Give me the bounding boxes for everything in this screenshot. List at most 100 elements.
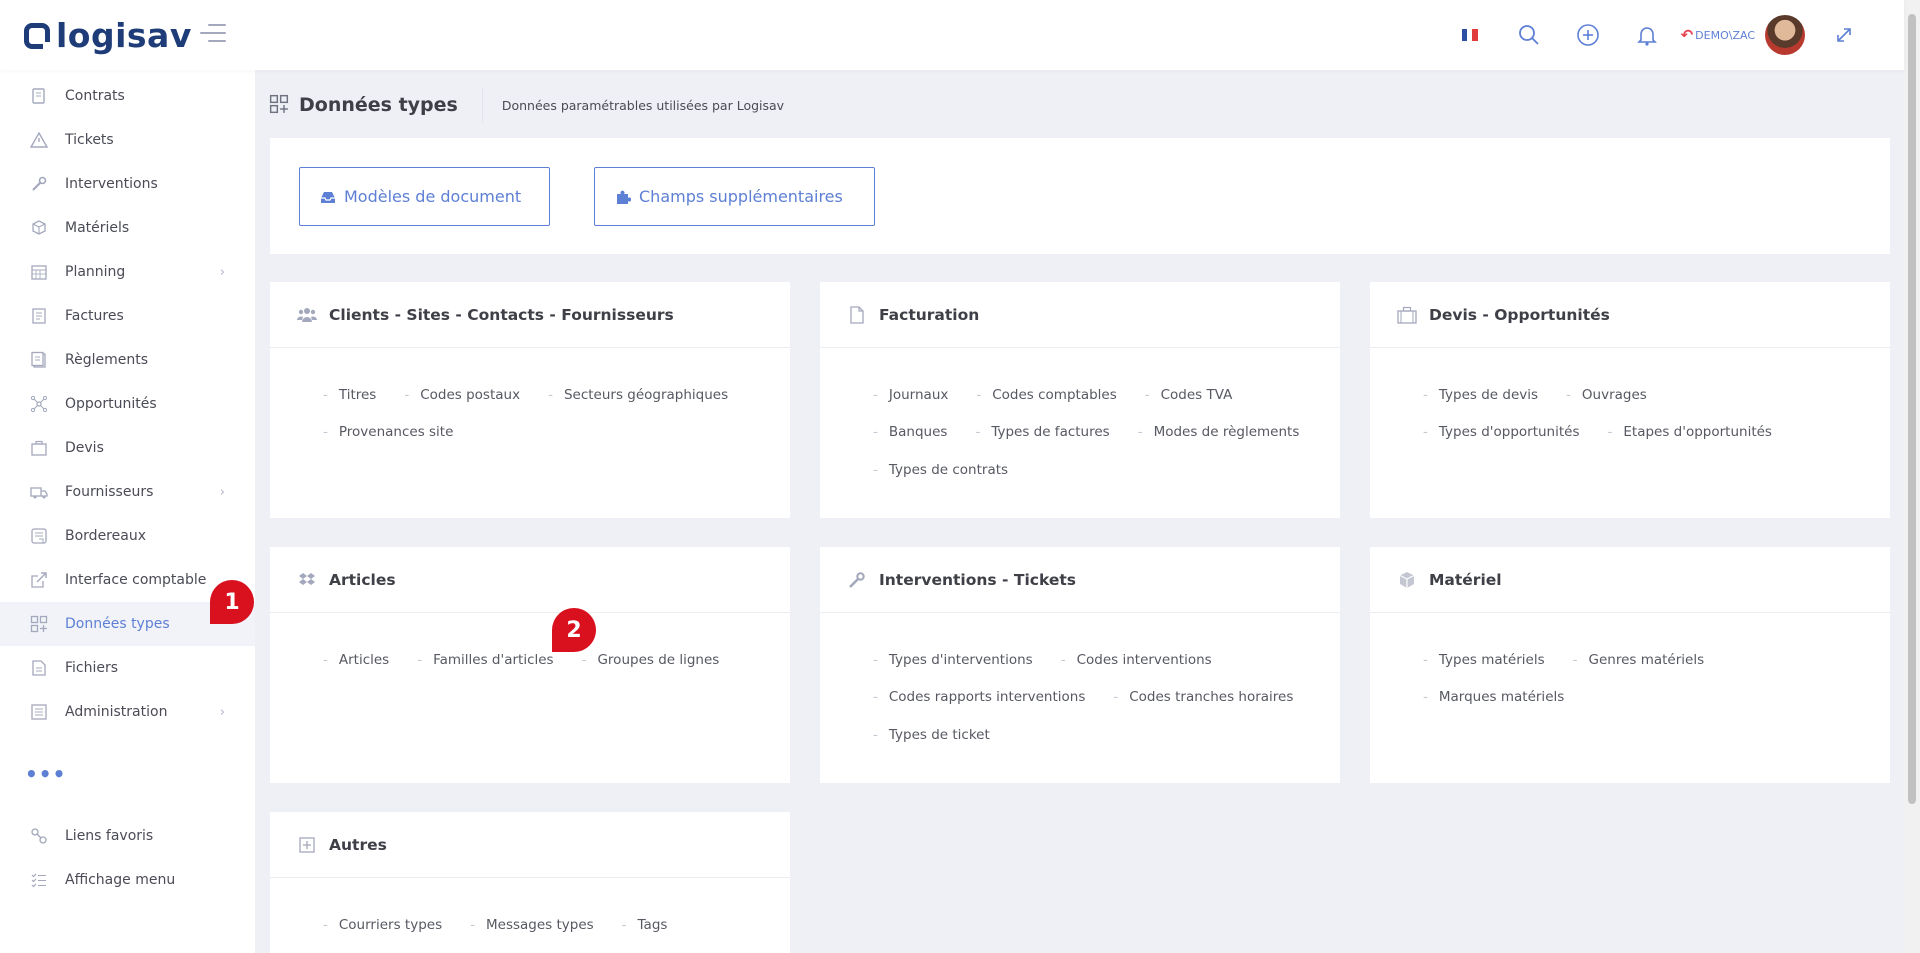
sidebar-item-administration[interactable]: Administration › <box>0 690 255 734</box>
annotation-badge-1: 1 <box>210 580 254 624</box>
link-articles[interactable]: Articles <box>323 652 389 668</box>
sidebar-item-devis[interactable]: Devis <box>0 426 255 470</box>
grid-plus-icon <box>269 94 291 116</box>
contract-icon <box>28 85 50 107</box>
link-codes-postaux[interactable]: Codes postaux <box>404 387 520 403</box>
link-codes-tranches-horaires[interactable]: Codes tranches horaires <box>1113 689 1293 705</box>
card-title: Autres <box>329 835 387 854</box>
wrench-icon <box>28 173 50 195</box>
card-title: Matériel <box>1429 570 1502 589</box>
add-icon[interactable] <box>1568 15 1608 55</box>
link-types-de-factures[interactable]: Types de factures <box>975 424 1109 440</box>
warning-icon <box>28 129 50 151</box>
card-materiel: Matériel Types matériels Genres matériel… <box>1370 547 1890 783</box>
extra-fields-label: Champs supplémentaires <box>639 187 843 206</box>
sidebar-item-materiels[interactable]: Matériels <box>0 206 255 250</box>
more-menu-icon[interactable]: ••• <box>25 762 66 786</box>
link-genres-materiels[interactable]: Genres matériels <box>1573 652 1705 668</box>
link-types-de-ticket[interactable]: Types de ticket <box>873 727 990 743</box>
header-actions: ↶ DEMO\ZAC <box>1431 14 1864 56</box>
link-types-opportunites[interactable]: Types d'opportunités <box>1423 424 1580 440</box>
card-interventions-tickets: Interventions - Tickets Types d'interven… <box>820 547 1340 783</box>
avatar[interactable] <box>1765 15 1805 55</box>
link-codes-interventions[interactable]: Codes interventions <box>1061 652 1212 668</box>
sidebar-item-fichiers[interactable]: Fichiers <box>0 646 255 690</box>
wrench-icon <box>847 570 867 590</box>
link-tags[interactable]: Tags <box>622 917 668 933</box>
chevron-right-icon: › <box>219 264 225 280</box>
card-clients: Clients - Sites - Contacts - Fournisseur… <box>270 282 790 518</box>
invoice-icon <box>28 305 50 327</box>
card-facturation: Facturation Journaux Codes comptables Co… <box>820 282 1340 518</box>
vertical-scrollbar[interactable] <box>1904 0 1920 953</box>
link-groupes-de-lignes[interactable]: Groupes de lignes <box>582 652 719 668</box>
link-messages-types[interactable]: Messages types <box>470 917 594 933</box>
link-codes-tva[interactable]: Codes TVA <box>1145 387 1233 403</box>
sidebar-item-planning[interactable]: Planning › <box>0 250 255 294</box>
link-types-interventions[interactable]: Types d'interventions <box>873 652 1033 668</box>
users-icon <box>297 305 317 325</box>
link-secteurs-geographiques[interactable]: Secteurs géographiques <box>548 387 728 403</box>
scrollbar-thumb[interactable] <box>1908 14 1916 804</box>
link-marques-materiels[interactable]: Marques matériels <box>1423 689 1564 705</box>
external-link-icon <box>28 569 50 591</box>
page-title: Données types <box>299 87 483 123</box>
link-types-de-devis[interactable]: Types de devis <box>1423 387 1538 403</box>
sidebar-item-bordereaux[interactable]: Bordereaux <box>0 514 255 558</box>
user-label: DEMO\ZAC <box>1695 28 1755 42</box>
link-codes-comptables[interactable]: Codes comptables <box>976 387 1117 403</box>
document-models-button[interactable]: Modèles de document <box>299 167 550 226</box>
sidebar: Contrats Tickets Interventions Matériels… <box>0 70 255 953</box>
user-switch-link[interactable]: ↶ DEMO\ZAC <box>1681 26 1755 44</box>
sidebar-item-liens-favoris[interactable]: Liens favoris <box>0 814 255 858</box>
link-courriers-types[interactable]: Courriers types <box>323 917 442 933</box>
sidebar-item-affichage-menu[interactable]: Affichage menu <box>0 858 255 902</box>
link-journaux[interactable]: Journaux <box>873 387 948 403</box>
cube-icon <box>1397 570 1417 590</box>
logo-text: logisav <box>56 16 192 55</box>
link-types-materiels[interactable]: Types matériels <box>1423 652 1545 668</box>
logo-mark-icon <box>24 22 51 50</box>
document-icon <box>847 305 867 325</box>
logo[interactable]: logisav <box>24 16 192 55</box>
sidebar-item-fournisseurs[interactable]: Fournisseurs › <box>0 470 255 514</box>
action-panel: Modèles de document Champs supplémentair… <box>270 138 1890 254</box>
link-etapes-opportunites[interactable]: Etapes d'opportunités <box>1608 424 1772 440</box>
bell-icon[interactable] <box>1627 15 1667 55</box>
link-types-de-contrats[interactable]: Types de contrats <box>873 462 1008 478</box>
menu-toggle-icon[interactable] <box>200 24 226 46</box>
sidebar-item-factures[interactable]: Factures <box>0 294 255 338</box>
card-title: Articles <box>329 570 396 589</box>
sidebar-item-interventions[interactable]: Interventions <box>0 162 255 206</box>
card-devis: Devis - Opportunités Types de devis Ouvr… <box>1370 282 1890 518</box>
settings-list-icon <box>28 701 50 723</box>
link-provenances-site[interactable]: Provenances site <box>323 424 454 440</box>
link-modes-de-reglements[interactable]: Modes de règlements <box>1138 424 1300 440</box>
link-ouvrages[interactable]: Ouvrages <box>1566 387 1647 403</box>
file-icon <box>28 657 50 679</box>
slip-icon <box>28 525 50 547</box>
extra-fields-button[interactable]: Champs supplémentaires <box>594 167 875 226</box>
link-icon <box>28 825 50 847</box>
language-flag-icon[interactable] <box>1450 15 1490 55</box>
box-icon <box>28 217 50 239</box>
search-icon[interactable] <box>1509 15 1549 55</box>
link-titres[interactable]: Titres <box>323 387 376 403</box>
return-arrow-icon: ↶ <box>1680 26 1694 44</box>
calendar-icon <box>28 261 50 283</box>
page-subtitle: Données paramétrables utilisées par Logi… <box>501 97 785 113</box>
annotation-badge-2: 2 <box>552 608 596 652</box>
fullscreen-icon[interactable] <box>1824 15 1864 55</box>
link-banques[interactable]: Banques <box>873 424 948 440</box>
link-familles-articles[interactable]: Familles d'articles <box>417 652 554 668</box>
plus-square-icon <box>297 835 317 855</box>
sidebar-item-contrats[interactable]: Contrats <box>0 74 255 118</box>
page-header: Données types Données paramétrables util… <box>255 70 1904 140</box>
checklist-icon <box>28 869 50 891</box>
sidebar-item-tickets[interactable]: Tickets <box>0 118 255 162</box>
link-codes-rapports-interventions[interactable]: Codes rapports interventions <box>873 689 1085 705</box>
sidebar-item-opportunites[interactable]: Opportunités <box>0 382 255 426</box>
card-title: Devis - Opportunités <box>1429 305 1610 324</box>
grid-plus-icon <box>28 613 50 635</box>
sidebar-item-reglements[interactable]: Règlements <box>0 338 255 382</box>
